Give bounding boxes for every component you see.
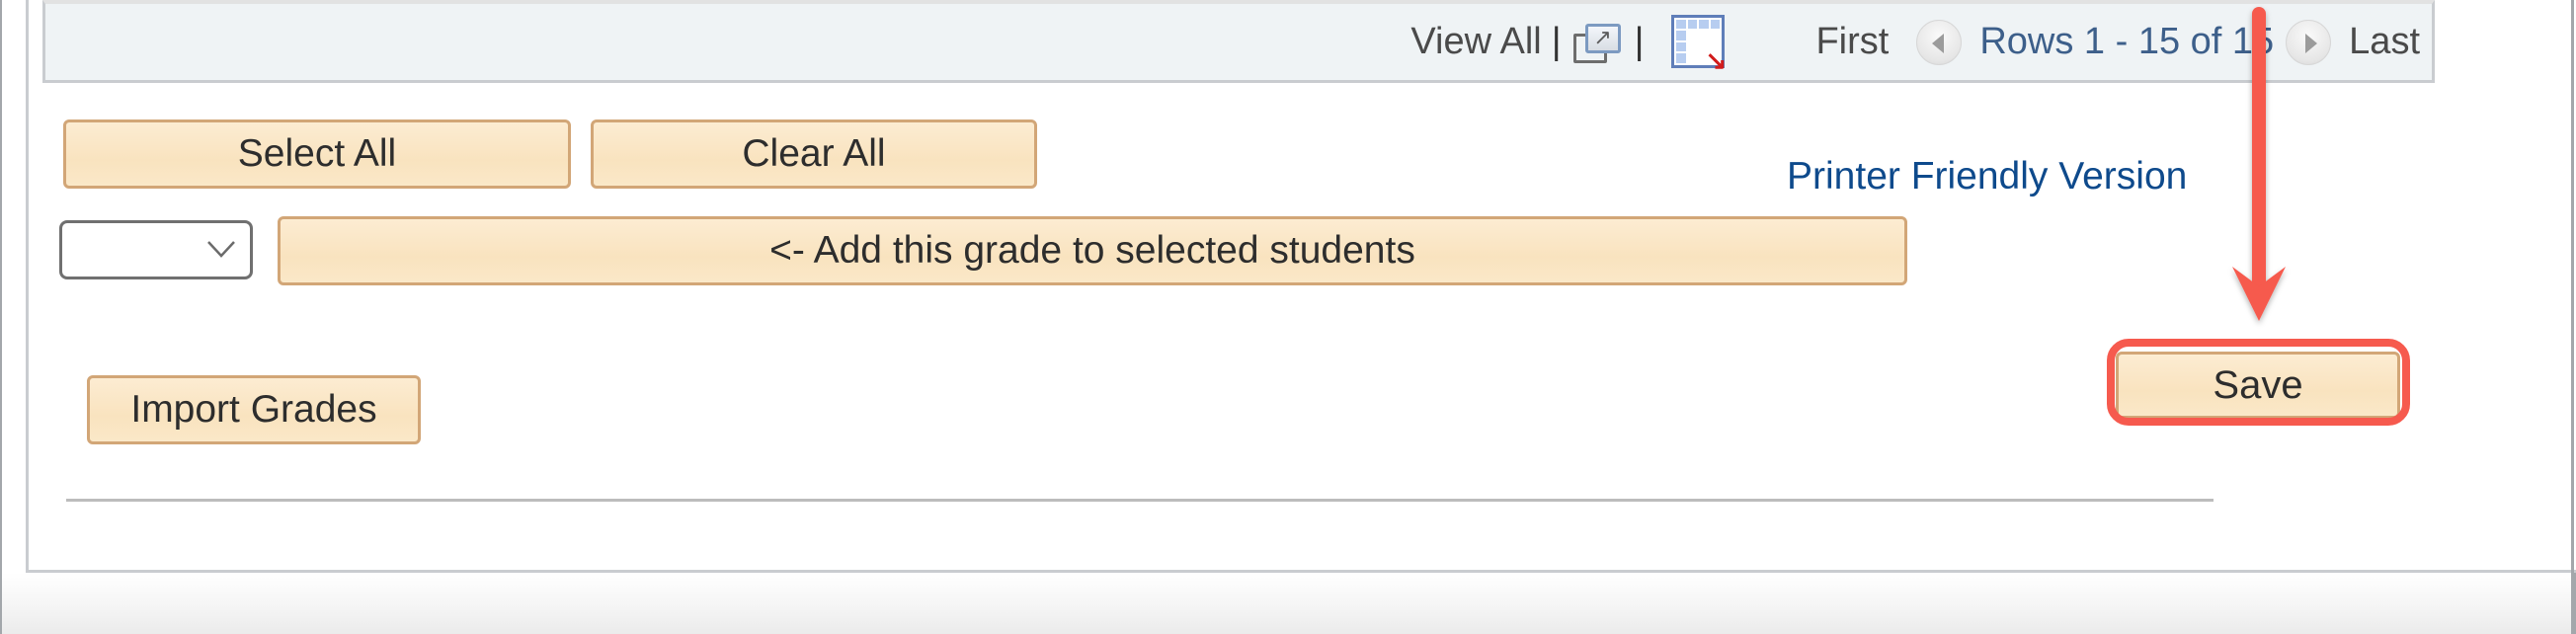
printer-friendly-link[interactable]: Printer Friendly Version	[1787, 155, 2187, 198]
download-to-excel-icon[interactable]: ↘	[1671, 14, 1728, 75]
separator: |	[1634, 21, 1645, 62]
first-link[interactable]: First	[1815, 21, 1889, 63]
red-arrow-icon: ↘	[1705, 44, 1728, 75]
add-grade-to-selected-button[interactable]: <- Add this grade to selected students	[278, 216, 1907, 285]
next-arrow-icon[interactable]	[2286, 19, 2332, 65]
import-grades-button[interactable]: Import Grades	[87, 375, 421, 444]
last-link[interactable]: Last	[2349, 21, 2420, 63]
view-all-link[interactable]: View All	[1410, 21, 1541, 63]
screen: View All | ↗ | ↘ First Rows 1 - 15 of 15…	[0, 0, 2576, 634]
separator: |	[1551, 21, 1562, 62]
window-bottom-shade	[2, 573, 2574, 634]
rows-range-label: Rows 1 - 15 of 15	[1979, 21, 2275, 62]
prev-arrow-icon[interactable]	[1916, 19, 1963, 65]
grade-dropdown[interactable]	[59, 220, 253, 279]
select-all-button[interactable]: Select All	[63, 119, 571, 189]
clear-all-button[interactable]: Clear All	[591, 119, 1037, 189]
window-right-border	[2571, 0, 2574, 634]
page-frame	[26, 0, 2576, 573]
section-divider	[66, 499, 2214, 502]
chevron-down-icon	[207, 241, 235, 258]
grid-navigation-bar: View All | ↗ | ↘ First Rows 1 - 15 of 15…	[42, 0, 2435, 83]
zoom-expand-icon[interactable]: ↗	[1571, 20, 1625, 65]
save-button[interactable]: Save	[2116, 352, 2400, 419]
